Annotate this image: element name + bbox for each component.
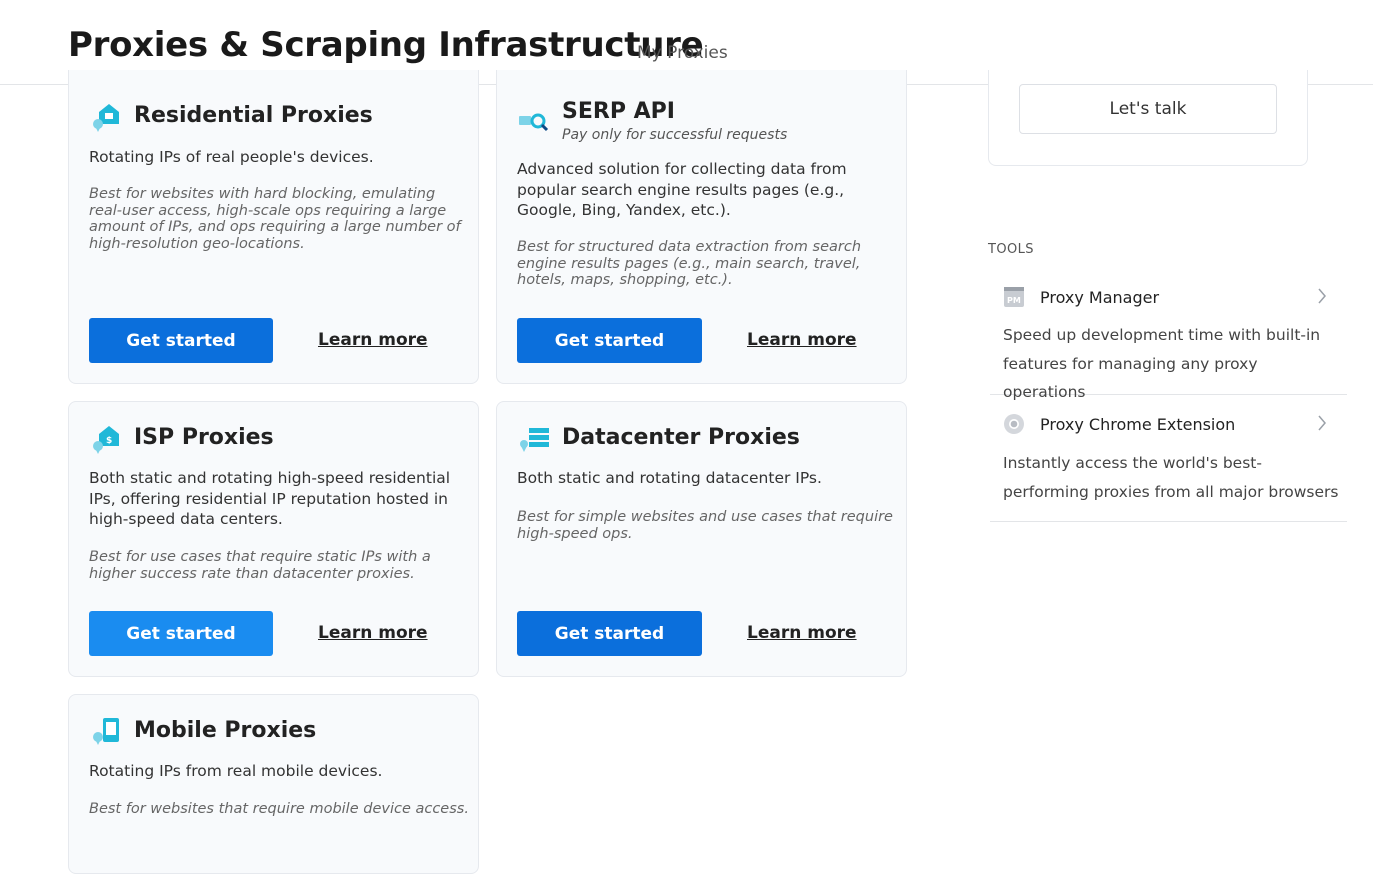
contact-box: Let's talk [988, 70, 1308, 166]
card-note: Best for structured data extraction from… [517, 239, 862, 288]
get-started-button[interactable]: Get started [517, 318, 702, 363]
chevron-right-icon [1318, 415, 1326, 431]
card-description: Both static and rotating datacenter IPs. [517, 469, 822, 487]
card-title: Mobile Proxies [134, 718, 317, 743]
learn-more-link[interactable]: Learn more [747, 330, 857, 350]
chrome-icon [1004, 414, 1024, 434]
mobile-device-icon [93, 718, 119, 745]
page-title: Proxies & Scraping Infrastructure [68, 25, 704, 65]
svg-text:PM: PM [1007, 296, 1021, 305]
card-description: Advanced solution for collecting data fr… [517, 160, 847, 219]
tool-name: Proxy Chrome Extension [1040, 415, 1236, 434]
tool-name: Proxy Manager [1040, 288, 1160, 307]
product-card-isp: $ ISP Proxies Both static and rotating h… [68, 401, 479, 677]
svg-text:$: $ [106, 436, 112, 446]
card-description: Both static and rotating high-speed resi… [89, 469, 451, 528]
card-title: Datacenter Proxies [562, 425, 800, 450]
product-card-datacenter: Datacenter Proxies Both static and rotat… [496, 401, 907, 677]
chevron-right-icon [1318, 288, 1326, 304]
product-card-serp-api: SERP API Pay only for successful request… [496, 70, 907, 384]
server-stack-icon [520, 428, 549, 452]
search-results-icon [519, 113, 549, 132]
card-title: ISP Proxies [134, 425, 274, 450]
card-title: SERP API [562, 99, 675, 124]
get-started-button[interactable]: Get started [517, 611, 702, 656]
tool-description: Instantly access the world's best-perfor… [1003, 454, 1339, 501]
tool-proxy-manager[interactable]: PM Proxy Manager Speed up development ti… [990, 268, 1347, 401]
card-description: Rotating IPs from real mobile devices. [89, 762, 383, 780]
tool-proxy-chrome-extension[interactable]: Proxy Chrome Extension Instantly access … [990, 395, 1347, 522]
card-title: Residential Proxies [134, 103, 373, 128]
page-subtitle[interactable]: My Proxies [637, 43, 728, 63]
tools-heading: TOOLS [988, 242, 1034, 257]
learn-more-link[interactable]: Learn more [747, 623, 857, 643]
get-started-button[interactable]: Get started [89, 611, 273, 656]
card-note: Best for use cases that require static I… [89, 549, 431, 582]
tool-description: Speed up development time with built-in … [1003, 326, 1321, 401]
card-note: Best for websites that require mobile de… [89, 801, 469, 817]
card-note: Best for websites with hard blocking, em… [89, 186, 461, 252]
card-tagline: Pay only for successful requests [562, 127, 788, 143]
product-card-mobile: Mobile Proxies Rotating IPs from real mo… [68, 694, 479, 874]
lets-talk-button[interactable]: Let's talk [1019, 84, 1277, 134]
card-description: Rotating IPs of real people's devices. [89, 148, 374, 166]
proxy-manager-icon: PM [1004, 287, 1024, 307]
house-dollar-icon: $ [93, 426, 119, 454]
house-pin-icon [93, 104, 119, 132]
card-note: Best for simple websites and use cases t… [517, 509, 893, 542]
get-started-button[interactable]: Get started [89, 318, 273, 363]
learn-more-link[interactable]: Learn more [318, 330, 428, 350]
learn-more-link[interactable]: Learn more [318, 623, 428, 643]
product-card-residential: Residential Proxies Rotating IPs of real… [68, 70, 479, 384]
